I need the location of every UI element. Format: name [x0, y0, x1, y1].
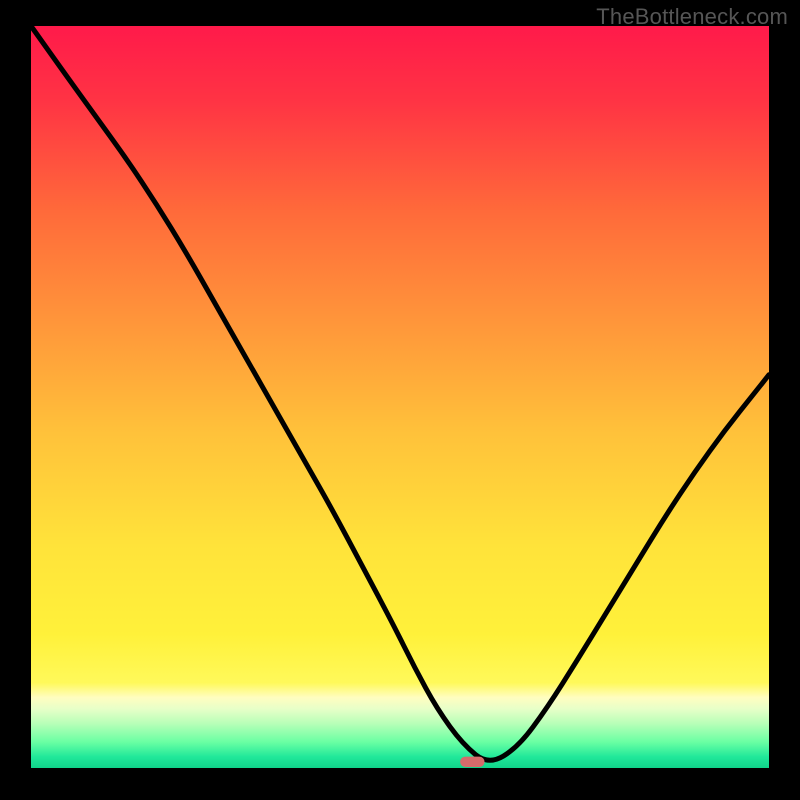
watermark: TheBottleneck.com — [596, 4, 788, 30]
plot-background — [31, 26, 769, 768]
bottleneck-chart — [0, 0, 800, 800]
chart-frame: TheBottleneck.com — [0, 0, 800, 800]
x-axis — [23, 768, 769, 776]
optimal-marker — [460, 757, 484, 767]
y-axis — [23, 26, 31, 776]
